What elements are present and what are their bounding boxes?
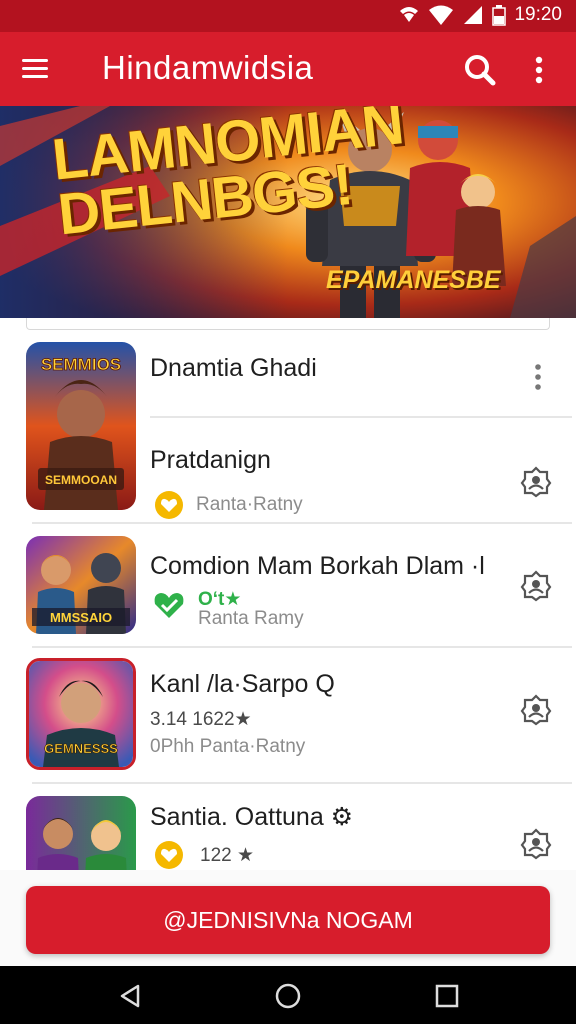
list-item[interactable]: GEMNESSS Kanl /la·Sarpo Q 3.14 1622★ 0Ph… [4,654,572,778]
battery-icon [492,5,507,26]
check-icon [154,593,184,618]
search-field-edge [26,318,550,330]
heart-rating-icon [155,491,183,519]
more-vert-icon[interactable] [524,360,552,394]
wifi-icon [429,5,454,25]
divider [32,522,572,524]
primary-cta-button[interactable]: @JEDNISIVNa NOGAM [26,886,550,954]
game-title[interactable]: Comdion Mam Borkah Dlam ·l [150,552,485,581]
game-thumbnail[interactable]: MMSSAIO [26,536,136,634]
game-meta: Ranta·Ratny [196,494,303,515]
hero-banner[interactable]: LAMNOMIAN DELNBGS! EPAMANESBE [0,106,576,318]
list-item[interactable]: SEMMIOS SEMMOOAN Dnamtia Ghadi Pratdanig… [4,340,572,526]
list-item[interactable]: MMSSAIO Comdion Mam Borkah Dlam ·l Oʻt★ … [4,532,572,644]
thumb-label: MMSSAIO [50,610,112,625]
divider [32,646,572,648]
game-thumbnail[interactable] [26,796,136,870]
more-vert-icon[interactable] [524,50,554,90]
game-list[interactable]: SEMMIOS SEMMOOAN Dnamtia Ghadi Pratdanig… [0,318,576,870]
status-bar: 19:20 [0,0,576,32]
search-icon[interactable] [460,50,500,90]
status-icons: 19:20 [398,4,562,26]
banner-subtitle: EPAMANESBE [326,266,501,294]
thumb-label-2: SEMMOOAN [45,473,117,487]
game-rating: 122 ★ [200,845,255,866]
system-nav-bar [0,966,576,1024]
signal-icon [464,6,483,24]
recents-icon[interactable] [434,983,460,1009]
status-time: 19:20 [514,4,562,25]
app-title: Hindamwidsia [102,49,314,86]
thumb-label: SEMMIOS [41,355,121,374]
heart-rating-icon [155,841,183,869]
thumb-label: GEMNESSS [44,741,118,756]
game-rating: 3.14 1622★ [150,709,252,730]
badge-icon[interactable] [520,828,552,860]
hotspot-icon [400,7,419,22]
badge-icon[interactable] [520,694,552,726]
divider [150,416,572,418]
badge-icon[interactable] [520,570,552,602]
game-title[interactable]: Kanl /la·Sarpo Q [150,670,335,699]
game-title[interactable]: Pratdanign [150,446,271,475]
list-item[interactable]: Santia. Oattuna ⚙ 122 ★ [4,792,572,870]
game-thumbnail[interactable]: SEMMIOS SEMMOOAN [26,342,136,510]
game-title[interactable]: Dnamtia Ghadi [150,354,317,383]
badge-icon[interactable] [520,466,552,498]
app-bar: Hindamwidsia [0,32,576,106]
game-meta: Ranta Ramy [198,608,304,629]
divider [32,782,572,784]
back-icon[interactable] [116,982,144,1010]
game-title[interactable]: Santia. Oattuna ⚙ [150,802,353,832]
game-thumbnail[interactable]: GEMNESSS [26,658,136,770]
game-meta: 0Phh Panta·Ratny [150,736,306,757]
home-icon[interactable] [274,982,302,1010]
hamburger-icon[interactable] [22,54,62,86]
